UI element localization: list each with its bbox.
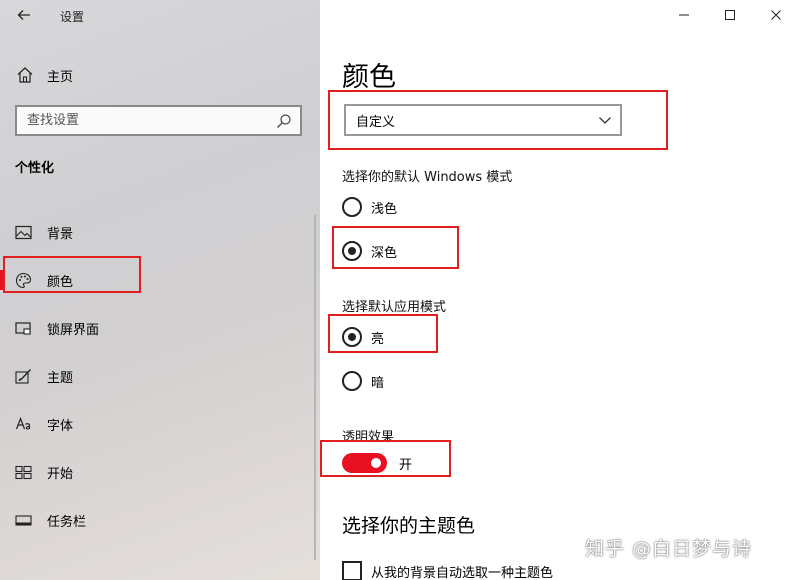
- sidebar-item-label: 任务栏: [47, 514, 87, 530]
- app-title: 设置: [60, 10, 85, 24]
- highlight-box-toggle: [320, 440, 451, 477]
- windows-mode-label: 选择你的默认 Windows 模式: [342, 170, 513, 185]
- sidebar-item-home[interactable]: 主页: [16, 64, 73, 86]
- sidebar: 设置 主页 个性化 背景 颜色 锁屏界面 主题 字体: [0, 0, 320, 580]
- page-title: 颜色: [342, 62, 396, 93]
- back-arrow-icon: [17, 10, 30, 20]
- watermark: 知乎 @白日梦与诗: [585, 538, 753, 560]
- auto-accent-checkbox[interactable]: [342, 561, 362, 580]
- radio-windows-light[interactable]: 浅色: [342, 196, 397, 218]
- sidebar-item-lock-screen[interactable]: 锁屏界面: [0, 304, 320, 352]
- radio-app-dark[interactable]: 暗: [342, 370, 384, 392]
- sidebar-item-start[interactable]: 开始: [0, 448, 320, 496]
- highlight-box-colors: [3, 256, 141, 293]
- sidebar-item-themes[interactable]: 主题: [0, 352, 320, 400]
- search-input[interactable]: [27, 113, 276, 128]
- start-grid-icon: [15, 465, 32, 479]
- maximize-icon: [725, 10, 735, 20]
- sidebar-item-taskbar[interactable]: 任务栏: [0, 496, 320, 544]
- sidebar-item-label: 主题: [47, 370, 74, 386]
- radio-label: 浅色: [371, 201, 398, 217]
- section-heading: 个性化: [15, 161, 55, 176]
- radio-button[interactable]: [342, 197, 362, 217]
- sidebar-scrollbar[interactable]: [314, 215, 316, 560]
- sidebar-item-label: 背景: [47, 226, 74, 242]
- radio-button[interactable]: [342, 371, 362, 391]
- close-icon: [771, 10, 781, 20]
- highlight-box-light: [328, 314, 438, 353]
- sidebar-item-label: 开始: [47, 466, 74, 482]
- close-button[interactable]: [764, 6, 788, 28]
- taskbar-icon: [15, 514, 32, 526]
- minimize-button[interactable]: [672, 6, 696, 28]
- back-button[interactable]: [12, 6, 36, 28]
- home-icon: [17, 67, 33, 83]
- highlight-box-dark: [332, 226, 459, 269]
- radio-label: 暗: [371, 375, 385, 391]
- minimize-icon: [679, 14, 689, 16]
- accent-color-heading: 选择你的主题色: [342, 515, 476, 537]
- sidebar-item-fonts[interactable]: 字体: [0, 400, 320, 448]
- auto-accent-row[interactable]: 从我的背景自动选取一种主题色: [342, 560, 553, 580]
- maximize-button[interactable]: [718, 6, 742, 28]
- main-content: 颜色 自定义 选择你的默认 Windows 模式 浅色 深色 选择默认应用模式 …: [320, 0, 798, 580]
- sidebar-item-label: 锁屏界面: [47, 322, 100, 338]
- font-icon: [15, 416, 31, 430]
- picture-icon: [15, 225, 32, 239]
- search-icon[interactable]: [276, 113, 292, 129]
- checkbox-label: 从我的背景自动选取一种主题色: [371, 565, 554, 580]
- sidebar-item-label: 字体: [47, 418, 74, 434]
- highlight-box-dropdown: [328, 90, 668, 150]
- app-mode-label: 选择默认应用模式: [342, 300, 447, 315]
- sidebar-item-background[interactable]: 背景: [0, 208, 320, 256]
- sidebar-item-label: 主页: [47, 69, 74, 85]
- lock-screen-icon: [15, 321, 31, 335]
- theme-brush-icon: [15, 368, 31, 384]
- search-box[interactable]: [15, 105, 302, 136]
